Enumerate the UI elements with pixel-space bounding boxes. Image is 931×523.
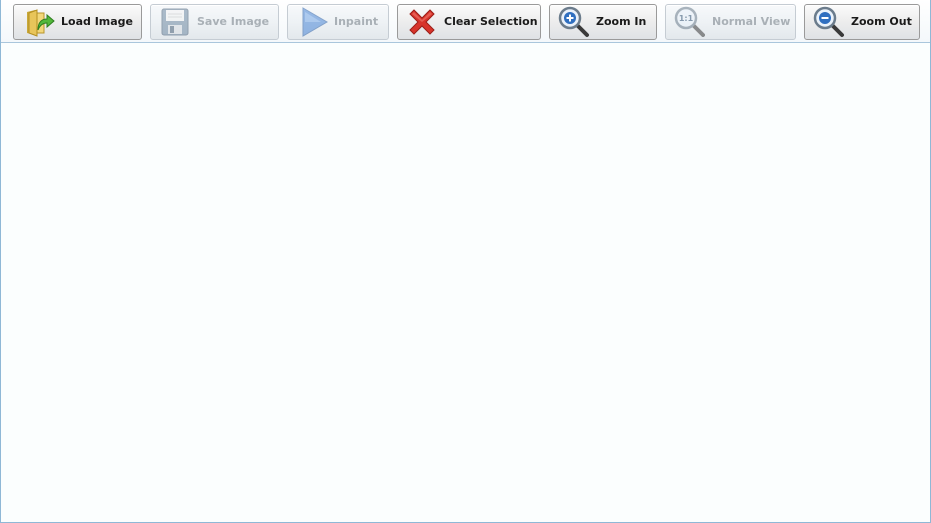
save-image-label: Save Image — [197, 15, 270, 28]
zoom-out-label: Zoom Out — [851, 15, 912, 28]
normal-view-label: Normal View — [712, 15, 791, 28]
load-image-label: Load Image — [61, 15, 134, 28]
load-image-button[interactable]: Load Image — [13, 4, 142, 40]
zoom-in-button[interactable]: Zoom In — [549, 4, 657, 40]
inpaint-button[interactable]: Inpaint — [287, 4, 389, 40]
zoom-in-label: Zoom In — [596, 15, 647, 28]
magnifier-minus-icon — [813, 6, 844, 37]
normal-view-icon-text: 1:1 — [679, 14, 694, 23]
floppy-disk-icon — [161, 8, 189, 36]
folder-arrow-icon — [27, 9, 55, 37]
clear-selection-label: Clear Selection — [444, 15, 538, 28]
magnifier-1to1-icon: 1:1 — [674, 6, 705, 37]
clear-selection-button[interactable]: Clear Selection — [397, 4, 541, 40]
inpaint-app-window: Load Image Save Image Inpaint Clear Sele… — [0, 0, 931, 523]
toolbar: Load Image Save Image Inpaint Clear Sele… — [1, 0, 930, 43]
red-x-icon — [409, 9, 435, 35]
play-triangle-icon — [302, 7, 328, 37]
normal-view-button[interactable]: 1:1 Normal View — [665, 4, 796, 40]
zoom-out-button[interactable]: Zoom Out — [804, 4, 920, 40]
save-image-button[interactable]: Save Image — [150, 4, 279, 40]
inpaint-label: Inpaint — [334, 15, 379, 28]
image-canvas-area[interactable] — [1, 43, 930, 522]
magnifier-plus-icon — [558, 6, 589, 37]
